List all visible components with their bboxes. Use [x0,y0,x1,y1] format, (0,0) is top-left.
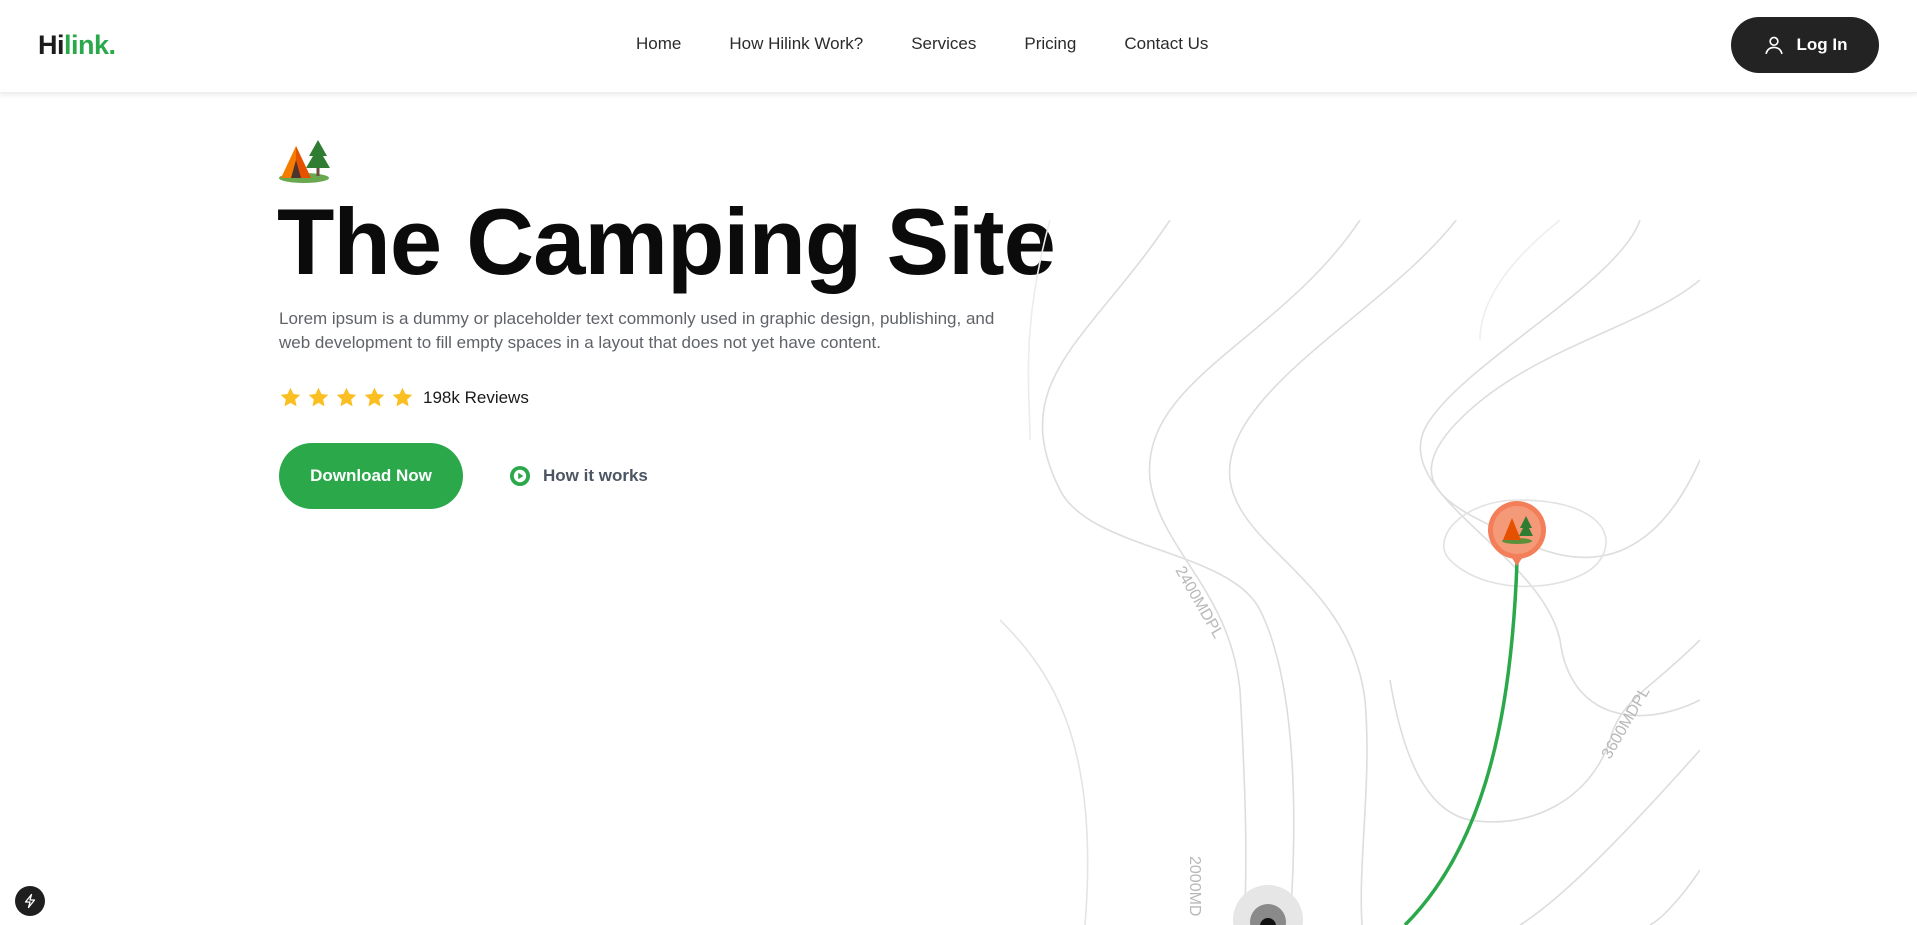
logo-text-green: link. [64,30,116,60]
map-label-3600: 3600MDPL [1599,684,1654,762]
logo-text-dark: Hi [38,30,65,60]
download-button[interactable]: Download Now [279,443,463,509]
rating: 198k Reviews [279,386,529,409]
header: Hilink. Home How Hilink Work? Services P… [0,0,1917,93]
login-label: Log In [1796,35,1848,54]
nav-home[interactable]: Home [636,34,681,54]
contour-lines [1000,220,1700,925]
login-button[interactable]: Log In [1731,17,1879,73]
reviews-count: 198k Reviews [423,387,529,407]
map-label-2400: 2400MDPL [1172,564,1227,642]
nav-pricing[interactable]: Pricing [1024,34,1076,54]
star-icon [280,387,301,407]
star-icon [364,387,385,407]
camping-icon [279,140,330,183]
main-nav: Home How Hilink Work? Services Pricing C… [636,34,1256,54]
nav-services[interactable]: Services [911,34,976,54]
page-title: The Camping Site [277,189,1056,294]
how-it-works-button[interactable]: How it works [509,465,648,487]
star-icon [308,387,329,407]
play-icon [510,466,530,486]
star-rating [279,386,414,409]
nav-contact-us[interactable]: Contact Us [1124,34,1208,54]
how-it-works-label: How it works [543,466,648,485]
star-icon [336,387,357,407]
logo[interactable]: Hilink. [38,30,116,61]
hero-description: Lorem ipsum is a dummy or placeholder te… [279,309,995,352]
user-icon [1764,36,1783,55]
camp-pin-icon[interactable] [1488,501,1546,566]
bolt-icon[interactable] [15,886,45,916]
map-label-2000: 2000MD [1186,856,1203,916]
route-line [1403,561,1519,925]
nav-how-hilink-works[interactable]: How Hilink Work? [729,34,863,54]
star-icon [392,387,413,407]
topographic-map: 2400MDPL 3600MDPL 2000MD [1000,220,1700,925]
